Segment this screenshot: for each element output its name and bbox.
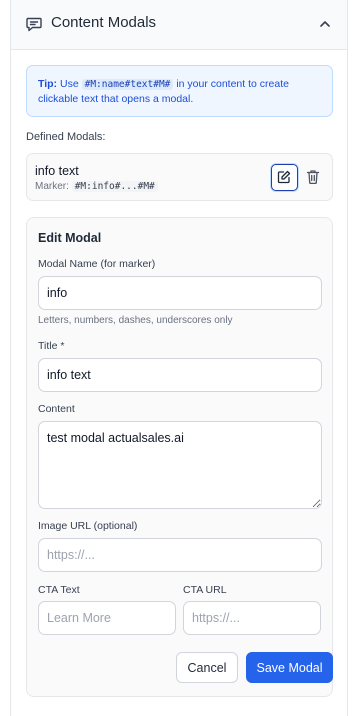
tip-label: Tip:: [38, 78, 58, 90]
modal-name-input[interactable]: [38, 276, 322, 310]
content-modals-panel: Content Modals Tip: Use #M:name#text#M# …: [10, 0, 348, 716]
edit-modal-button[interactable]: [271, 164, 298, 191]
tip-box: Tip: Use #M:name#text#M# in your content…: [26, 65, 333, 117]
title-input[interactable]: [38, 358, 322, 392]
cta-url-label: CTA URL: [183, 584, 227, 596]
image-url-label: Image URL (optional): [38, 520, 138, 532]
tip-text-before: Use: [59, 78, 79, 90]
save-modal-button[interactable]: Save Modal: [246, 652, 333, 683]
message-square-icon: [25, 15, 43, 33]
modal-item-title: info text: [35, 164, 79, 178]
cta-text-label: CTA Text: [38, 584, 80, 596]
edit-icon: [277, 170, 291, 184]
content-label: Content: [38, 403, 75, 415]
chevron-up-icon[interactable]: [317, 16, 333, 32]
title-label: Title *: [38, 340, 65, 352]
edit-modal-form: Edit Modal Modal Name (for marker) Lette…: [26, 217, 333, 697]
cta-text-input[interactable]: [38, 601, 176, 635]
delete-modal-button[interactable]: [305, 168, 321, 186]
panel-title: Content Modals: [51, 14, 157, 31]
modal-name-hint: Letters, numbers, dashes, underscores on…: [38, 315, 233, 326]
cancel-button[interactable]: Cancel: [176, 652, 238, 683]
edit-modal-title: Edit Modal: [38, 231, 102, 245]
tip-code: #M:name#text#M#: [81, 79, 174, 90]
marker-code: #M:info#...#M#: [71, 181, 158, 192]
modal-list-item: info text Marker: #M:info#...#M#: [26, 153, 333, 201]
cta-url-input[interactable]: [183, 601, 321, 635]
defined-modals-label: Defined Modals:: [26, 131, 106, 143]
image-url-input[interactable]: [38, 538, 322, 572]
marker-label: Marker:: [35, 181, 69, 192]
modal-name-label: Modal Name (for marker): [38, 258, 156, 270]
content-textarea[interactable]: test modal actualsales.ai: [38, 421, 322, 509]
modal-item-marker: Marker: #M:info#...#M#: [35, 181, 158, 192]
trash-icon: [306, 170, 320, 185]
panel-header[interactable]: Content Modals: [11, 0, 347, 50]
